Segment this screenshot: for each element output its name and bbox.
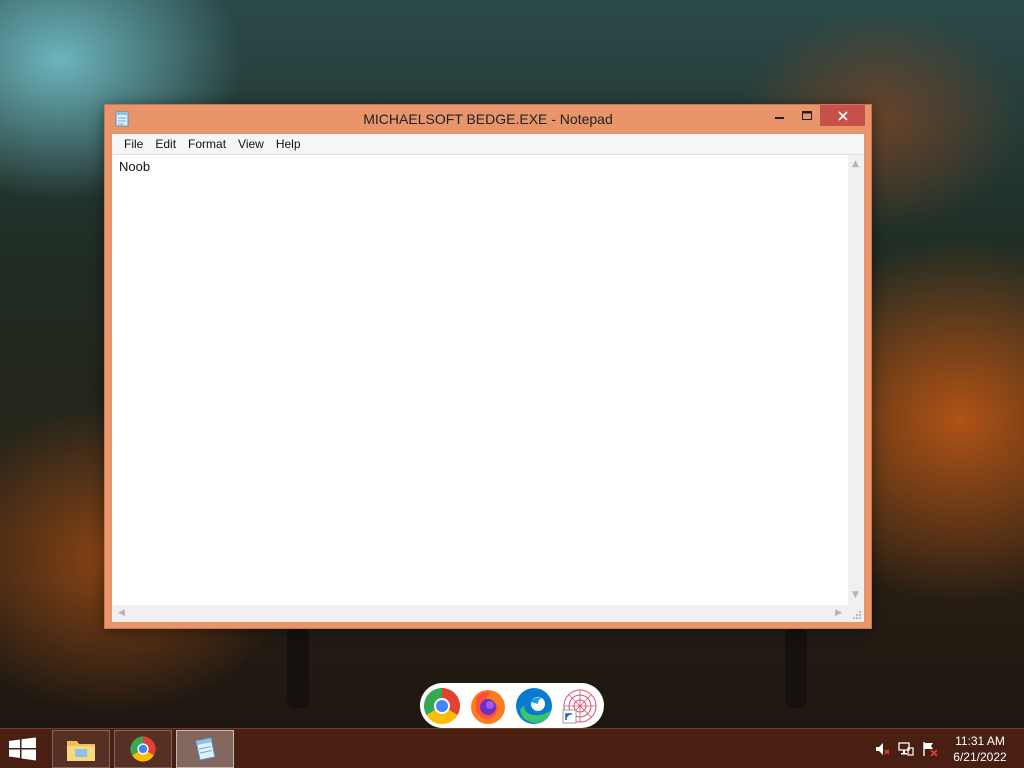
menu-help[interactable]: Help <box>270 137 307 151</box>
wallpaper-stem-right <box>785 628 807 708</box>
notepad-window: MICHAELSOFT BEDGE.EXE - Notepad File Edi… <box>104 104 872 629</box>
clock-date: 6/21/2022 <box>953 750 1007 764</box>
edge-icon[interactable] <box>514 686 554 726</box>
taskbar-file-explorer[interactable] <box>52 730 110 768</box>
close-button[interactable] <box>820 105 865 126</box>
windows-logo-icon[interactable] <box>8 737 38 761</box>
minimize-button[interactable] <box>765 105 794 126</box>
taskbar-notepad[interactable] <box>176 730 234 768</box>
vertical-scrollbar[interactable]: ▲ ▼ <box>848 155 864 605</box>
notepad-icon <box>195 737 216 761</box>
taskbar: 11:31 AM 6/21/2022 <box>0 728 1024 768</box>
spiral-shortcut-icon[interactable] <box>560 686 600 726</box>
volume-muted-icon[interactable] <box>874 741 890 757</box>
clock-time: 11:31 AM <box>955 734 1005 748</box>
action-center-flag-icon[interactable] <box>922 741 938 757</box>
maximize-button[interactable] <box>794 105 820 126</box>
taskbar-chrome[interactable] <box>114 730 172 768</box>
horizontal-scrollbar[interactable]: ◀ ▶ <box>112 605 848 622</box>
scroll-down-icon[interactable]: ▼ <box>852 591 859 600</box>
menu-edit[interactable]: Edit <box>149 137 182 151</box>
menu-view[interactable]: View <box>232 137 270 151</box>
network-icon[interactable] <box>898 741 914 757</box>
scroll-left-icon[interactable]: ◀ <box>118 609 125 618</box>
chrome-icon <box>130 736 156 762</box>
title-bar[interactable]: MICHAELSOFT BEDGE.EXE - Notepad <box>105 105 871 134</box>
editor-content[interactable]: Noob <box>119 159 150 174</box>
text-editor-area[interactable]: Noob ▲ ▼ ◀ ▶ <box>112 155 864 622</box>
minimize-icon <box>774 116 784 119</box>
menu-file[interactable]: File <box>118 137 149 151</box>
resize-grip-icon <box>853 611 861 619</box>
window-title: MICHAELSOFT BEDGE.EXE - Notepad <box>363 111 613 127</box>
chrome-icon[interactable] <box>422 686 462 726</box>
file-explorer-icon <box>67 741 95 761</box>
menu-format[interactable]: Format <box>182 137 232 151</box>
floating-dock <box>420 683 604 728</box>
wallpaper-stem-left <box>287 628 309 708</box>
system-clock[interactable]: 11:31 AM 6/21/2022 <box>942 733 1018 765</box>
firefox-icon[interactable] <box>468 686 508 726</box>
maximize-icon <box>802 110 812 120</box>
scroll-right-icon[interactable]: ▶ <box>835 609 842 618</box>
menu-bar: File Edit Format View Help <box>112 134 864 155</box>
resize-grip[interactable] <box>848 605 864 622</box>
scroll-up-icon[interactable]: ▲ <box>852 160 859 169</box>
close-icon <box>837 110 848 121</box>
